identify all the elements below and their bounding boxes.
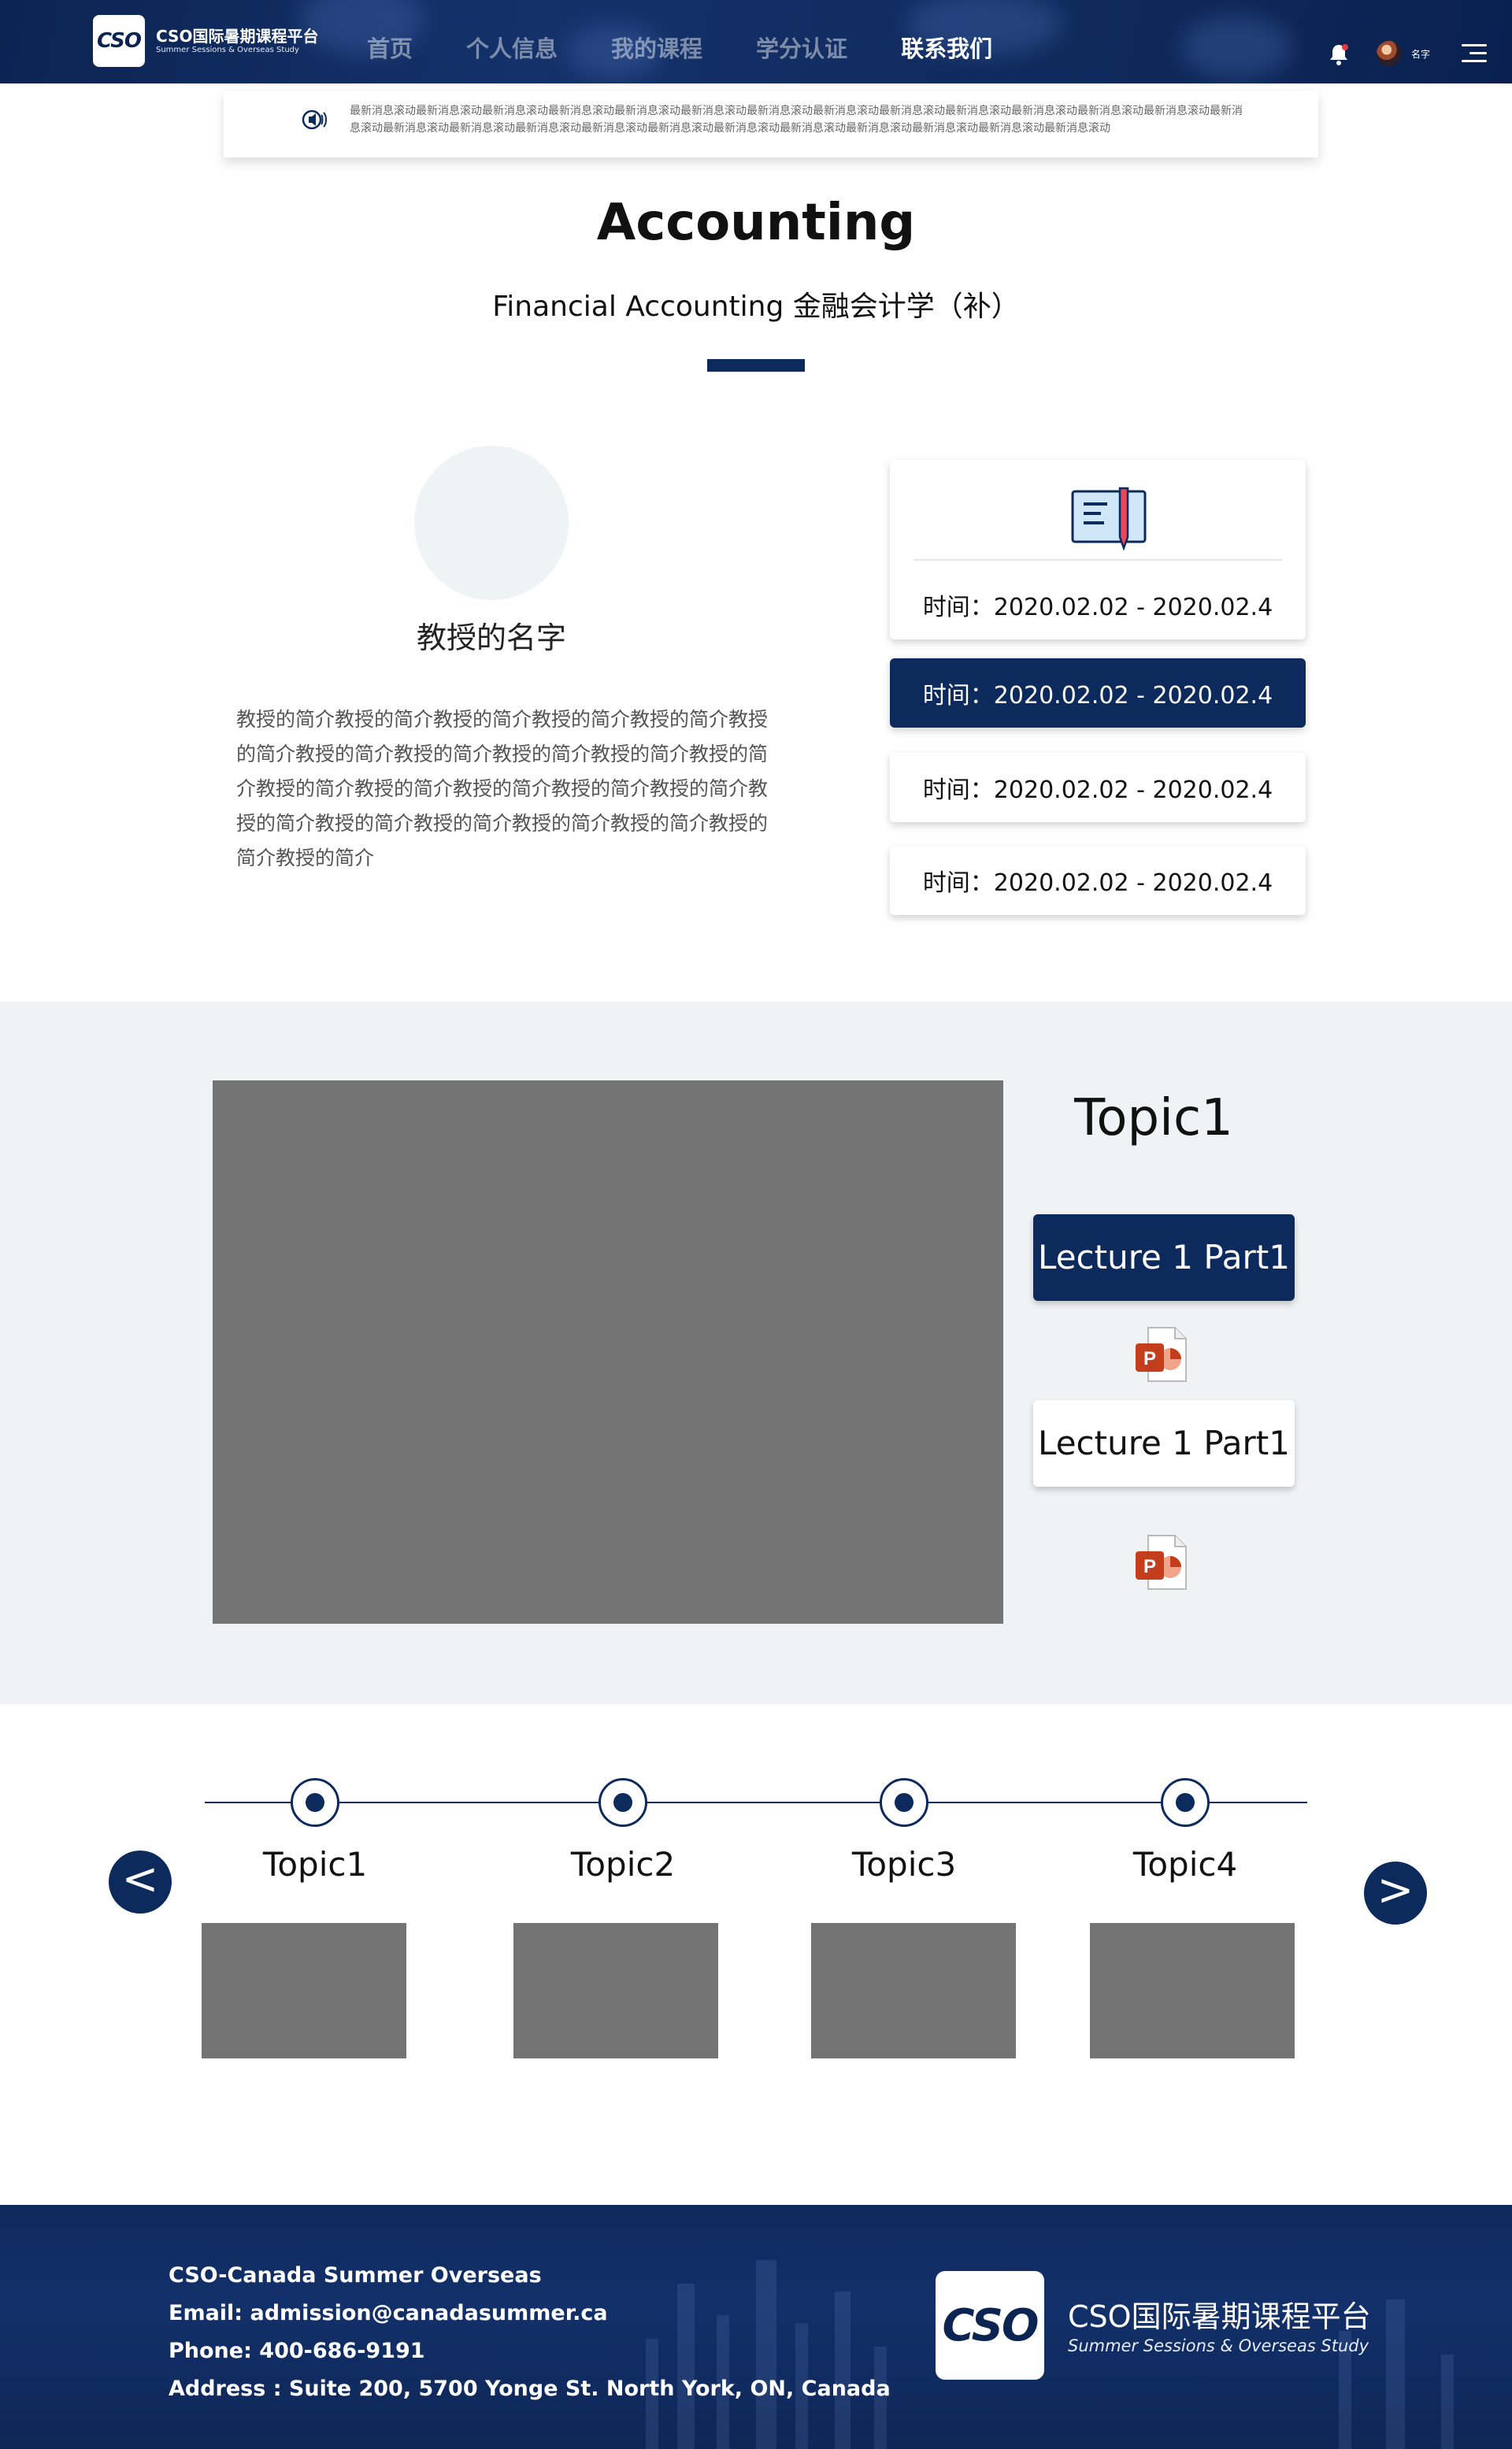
schedule-card-active[interactable]: 时间：2020.02.02 - 2020.02.4 <box>890 658 1306 728</box>
news-ticker: 最新消息滚动最新消息滚动最新消息滚动最新消息滚动最新消息滚动最新消息滚动最新消息… <box>224 91 1318 157</box>
schedule-date: 时间：2020.02.02 - 2020.02.4 <box>922 594 1273 621</box>
schedule-date: 时间：2020.02.02 - 2020.02.4 <box>922 869 1273 897</box>
current-topic-title: Topic1 <box>1074 1089 1233 1147</box>
card-divider <box>914 559 1282 561</box>
course-subtitle: Financial Accounting 金融会计学（补） <box>492 291 1020 323</box>
lecture-button-active[interactable]: Lecture 1 Part1 <box>1033 1214 1295 1301</box>
footer-brand: CSO国际暑期课程平台 Summer Sessions & Overseas S… <box>1068 2298 1371 2356</box>
top-navbar: CSO CSO国际暑期课程平台 Summer Sessions & Overse… <box>0 0 1512 83</box>
professor-avatar <box>414 446 569 600</box>
svg-text:P: P <box>1143 1348 1156 1369</box>
footer-logo: CSO <box>936 2271 1044 2380</box>
menu-icon[interactable] <box>1462 44 1487 65</box>
nav-credit[interactable]: 学分认证 <box>756 33 847 65</box>
timeline-node[interactable] <box>291 1778 339 1827</box>
topic-thumbnail[interactable] <box>513 1923 718 2058</box>
user-name[interactable]: 名字 <box>1411 47 1430 61</box>
schedule-card[interactable]: 时间：2020.02.02 - 2020.02.4 <box>890 846 1306 915</box>
footer-org: CSO-Canada Summer Overseas <box>169 2263 542 2288</box>
ppt-file-icon[interactable]: P <box>1131 1531 1194 1594</box>
video-player[interactable] <box>213 1080 1003 1624</box>
topic-thumbnail[interactable] <box>202 1923 406 2058</box>
footer-email[interactable]: Email: admission@canadasummer.ca <box>169 2295 891 2332</box>
ppt-file-icon[interactable]: P <box>1131 1323 1194 1386</box>
nav-my-courses[interactable]: 我的课程 <box>611 33 702 65</box>
brand-cn: CSO国际暑期课程平台 <box>156 27 319 46</box>
topic-thumbnail[interactable] <box>811 1923 1016 2058</box>
title-underline <box>707 359 805 372</box>
timeline-topic-label[interactable]: Topic2 <box>544 1841 702 1888</box>
speaker-icon <box>302 109 327 130</box>
topic-thumbnail[interactable] <box>1090 1923 1295 2058</box>
professor-name: 教授的名字 <box>416 621 566 655</box>
footer-contact: CSO-Canada Summer Overseas Email: admiss… <box>169 2257 891 2408</box>
timeline-node[interactable] <box>1161 1778 1210 1827</box>
schedule-date: 时间：2020.02.02 - 2020.02.4 <box>922 682 1273 710</box>
bell-icon[interactable] <box>1328 43 1350 66</box>
next-arrow-button[interactable]: > <box>1364 1862 1427 1925</box>
user-avatar[interactable] <box>1377 41 1402 66</box>
schedule-date: 时间：2020.02.02 - 2020.02.4 <box>922 776 1273 804</box>
timeline-line <box>205 1802 1307 1803</box>
nav-home[interactable]: 首页 <box>367 33 413 65</box>
main-nav: 首页 个人信息 我的课程 学分认证 联系我们 <box>367 33 1046 65</box>
prev-arrow-button[interactable]: < <box>109 1851 172 1914</box>
schedule-card[interactable]: 时间：2020.02.02 - 2020.02.4 <box>890 753 1306 822</box>
course-title: Accounting <box>596 194 916 252</box>
brand-en: Summer Sessions & Overseas Study <box>156 46 299 54</box>
nav-contact[interactable]: 联系我们 <box>901 33 992 65</box>
timeline-topic-label[interactable]: Topic3 <box>825 1841 983 1888</box>
timeline-topic-label[interactable]: Topic4 <box>1106 1841 1264 1888</box>
timeline-node[interactable] <box>598 1778 647 1827</box>
schedule-icon <box>1071 487 1147 551</box>
footer-address: Address : Suite 200, 5700 Yonge St. Nort… <box>169 2377 891 2401</box>
schedule-card-main[interactable]: 时间：2020.02.02 - 2020.02.4 <box>890 460 1306 639</box>
footer-brand-cn: CSO国际暑期课程平台 <box>1068 2299 1371 2334</box>
nav-profile[interactable]: 个人信息 <box>466 33 558 65</box>
lecture-button[interactable]: Lecture 1 Part1 <box>1033 1400 1295 1487</box>
footer-brand-en: Summer Sessions & Overseas Study <box>1068 2336 1369 2355</box>
footer-phone: Phone: 400-686-9191 <box>169 2339 425 2363</box>
timeline-topic-label[interactable]: Topic1 <box>236 1841 394 1888</box>
brand-name: CSO国际暑期课程平台 Summer Sessions & Overseas S… <box>156 27 318 55</box>
timeline-node[interactable] <box>880 1778 928 1827</box>
svg-text:P: P <box>1143 1556 1156 1577</box>
professor-intro: 教授的简介教授的简介教授的简介教授的简介教授的简介教授的简介教授的简介教授的简介… <box>236 708 769 869</box>
site-logo[interactable]: CSO <box>93 15 145 67</box>
ticker-text: 最新消息滚动最新消息滚动最新消息滚动最新消息滚动最新消息滚动最新消息滚动最新消息… <box>350 105 1243 135</box>
